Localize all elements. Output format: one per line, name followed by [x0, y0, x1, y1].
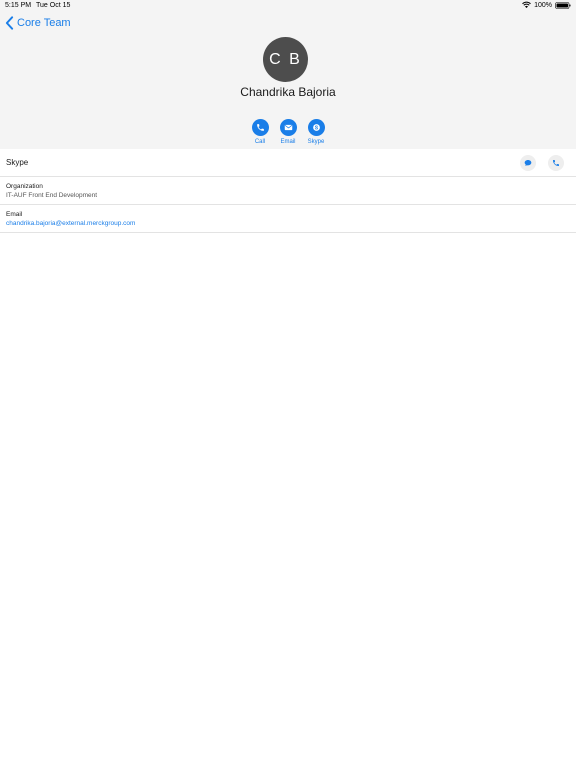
organization-value: IT-AUF Front End Development	[6, 192, 98, 199]
wifi-icon	[522, 1, 531, 8]
chevron-left-icon	[5, 16, 14, 30]
skype-button[interactable]: Skype	[301, 119, 331, 145]
phone-icon	[553, 160, 559, 166]
email-link[interactable]: chandrika.bajoria@external.merckgroup.co…	[6, 220, 135, 227]
contact-header: 5:15 PM Tue Oct 15 100% Core Team C B Ch…	[0, 0, 576, 149]
skype-label: Skype	[307, 139, 325, 145]
call-button[interactable]: Call	[245, 119, 275, 145]
skype-chat-button[interactable]	[520, 155, 536, 171]
battery-icon	[555, 1, 571, 9]
organization-row: Organization IT-AUF Front End Developmen…	[0, 177, 576, 205]
skype-call-button[interactable]	[548, 155, 564, 171]
envelope-icon	[284, 124, 292, 131]
back-label: Core Team	[17, 17, 71, 29]
phone-icon	[256, 124, 264, 131]
email-circle	[279, 119, 297, 136]
status-time: 5:15 PM	[5, 2, 32, 9]
battery-percentage: 100%	[534, 1, 552, 9]
skype-circle	[307, 119, 325, 136]
email-button[interactable]: Email	[273, 119, 303, 145]
status-bar: 5:15 PM Tue Oct 15 100%	[0, 0, 576, 12]
email-row: Email chandrika.bajoria@external.merckgr…	[0, 205, 576, 233]
skype-row-title: Skype	[6, 158, 29, 167]
email-label: Email	[280, 139, 296, 145]
status-indicators: 100%	[522, 1, 571, 9]
organization-label: Organization	[6, 183, 43, 190]
email-field-label: Email	[6, 211, 23, 218]
back-button[interactable]: Core Team	[5, 16, 71, 30]
contact-name: Chandrika Bajoria	[240, 85, 336, 99]
skype-row: Skype	[0, 149, 576, 177]
skype-icon	[312, 124, 320, 131]
call-label: Call	[254, 139, 266, 145]
status-date: Tue Oct 15	[36, 2, 71, 9]
call-circle	[251, 119, 269, 136]
chat-bubble-icon	[524, 160, 532, 166]
avatar: C B	[263, 37, 308, 82]
